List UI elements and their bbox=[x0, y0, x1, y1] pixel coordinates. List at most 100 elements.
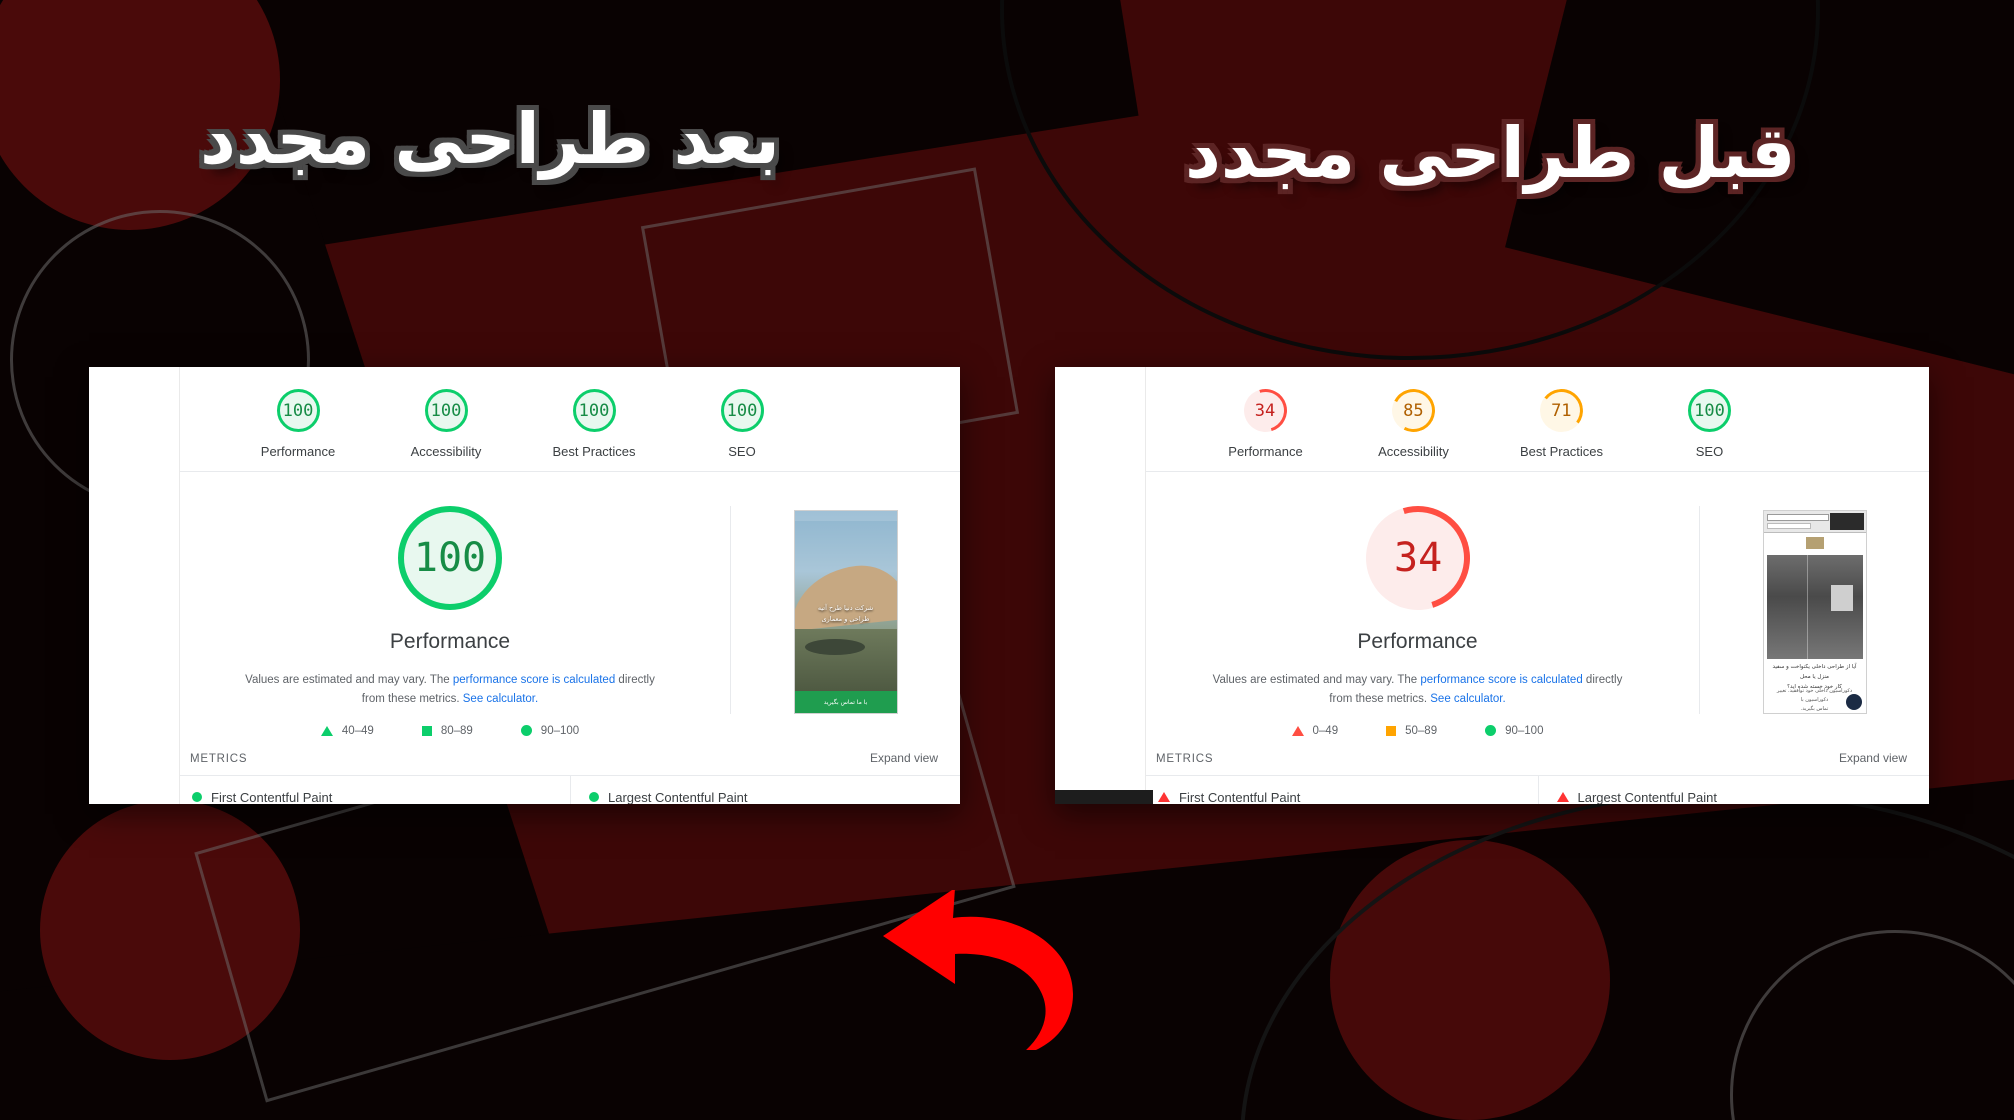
thumbnail-taskbar-artifact bbox=[1055, 790, 1153, 804]
gauge-best-practices-after[interactable]: 100 Best Practices bbox=[548, 389, 640, 459]
gauge-ring-accessibility-after: 100 bbox=[424, 389, 468, 432]
gauge-ring-performance-after: 100 bbox=[276, 389, 320, 432]
thumbnail-ground-after bbox=[794, 629, 897, 691]
gauge-performance-before[interactable]: 34 Performance bbox=[1220, 381, 1312, 459]
legend-range-high-after: 90–100 bbox=[540, 724, 580, 737]
legend-range-mid-after: 80–89 bbox=[440, 724, 473, 737]
gauge-accessibility-before[interactable]: 85 Accessibility bbox=[1368, 383, 1460, 459]
metric-label-lcp-after: Largest Contentful Paint bbox=[608, 789, 748, 804]
metric-label-fcp-after: First Contentful Paint bbox=[211, 789, 333, 804]
thumbnail-topbar-after bbox=[794, 511, 897, 521]
panel-left-rail-after bbox=[89, 367, 180, 804]
big-gauge-title-before: Performance bbox=[1357, 630, 1478, 653]
gauge-ring-seo-after: 100 bbox=[720, 389, 764, 432]
score-legend-before: 0–49 50–89 90–100 bbox=[1146, 725, 1689, 737]
thumbnail-window-before bbox=[1830, 585, 1853, 611]
gauge-ring-best-practices-before: 71 bbox=[1537, 386, 1586, 435]
metrics-heading-before: METRICS bbox=[1156, 752, 1214, 765]
gauge-label-performance-before: Performance bbox=[1228, 444, 1303, 459]
slide-canvas: بعد طراحی مجدد قبل طراحی مجدد 100 Perfor… bbox=[0, 0, 2014, 1120]
legend-item-low-before: 0–49 bbox=[1291, 724, 1339, 737]
gauge-ring-performance-before: 34 bbox=[1236, 381, 1295, 440]
gauge-ring-seo-before: 100 bbox=[1688, 389, 1731, 432]
metrics-grid-after: First Contentful Paint 1.1 s Largest Con… bbox=[180, 774, 960, 804]
square-icon-after bbox=[421, 725, 432, 736]
metric-first-contentful-paint-before[interactable]: First Contentful Paint 3.5 s bbox=[1146, 776, 1538, 804]
gauge-performance-after[interactable]: 100 Performance bbox=[252, 389, 344, 459]
gauge-label-accessibility-after: Accessibility bbox=[410, 444, 482, 459]
desc-text-1-after: Values are estimated and may vary. The bbox=[245, 674, 453, 686]
status-circle-icon-lcp-after bbox=[589, 792, 599, 803]
gauge-ring-best-practices-after: 100 bbox=[572, 389, 616, 432]
gauge-ring-accessibility-before: 85 bbox=[1386, 383, 1441, 438]
gauge-label-seo-before: SEO bbox=[1695, 444, 1724, 459]
gauge-label-performance-after: Performance bbox=[260, 444, 336, 459]
gauge-best-practices-before[interactable]: 71 Best Practices bbox=[1516, 386, 1608, 459]
see-calculator-link-after[interactable]: See calculator. bbox=[463, 693, 538, 705]
screenshot-column-before: آیا از طراحی داخلی یکنواخت و سفید منزل ی… bbox=[1699, 506, 1929, 714]
legend-item-high-after: 90–100 bbox=[520, 724, 580, 737]
square-icon-before bbox=[1386, 725, 1397, 736]
heading-after: بعد طراحی مجدد bbox=[200, 98, 781, 180]
lighthouse-report-after: 100 Performance 100 Accessibility 100 Be… bbox=[89, 367, 960, 804]
big-gauge-performance-after: 100 bbox=[398, 506, 502, 610]
thumbnail-logo-before bbox=[1805, 537, 1824, 549]
performance-score-link-after[interactable]: performance score is calculated bbox=[453, 674, 615, 686]
score-description-after: Values are estimated and may vary. The p… bbox=[240, 671, 660, 709]
desc-text-1-before: Values are estimated and may vary. The bbox=[1212, 674, 1421, 686]
thumbnail-urlbar-before bbox=[1766, 514, 1829, 521]
metric-largest-contentful-paint-before[interactable]: Largest Contentful Paint 6.7 s bbox=[1537, 775, 1930, 804]
circle-icon-after bbox=[520, 725, 532, 737]
red-arrow-icon bbox=[883, 888, 1073, 1056]
expand-view-link-before[interactable]: Expand view bbox=[1839, 751, 1907, 765]
big-gauge-performance-before: 34 bbox=[1347, 487, 1488, 629]
heading-before: قبل طراحی مجدد bbox=[1185, 112, 1797, 194]
score-gauges-before: 34 Performance 85 Accessibility 71 Best … bbox=[1146, 367, 1929, 459]
thumbnail-hero-line2-after: طراحی و معماری bbox=[821, 615, 870, 624]
red-arrow-annotation bbox=[845, 888, 1135, 1056]
gauge-accessibility-after[interactable]: 100 Accessibility bbox=[400, 389, 492, 459]
thumbnail-chrome-buttons-before bbox=[1829, 513, 1864, 530]
gauge-seo-after[interactable]: 100 SEO bbox=[696, 389, 788, 459]
see-calculator-link-before[interactable]: See calculator. bbox=[1430, 693, 1505, 705]
gauge-label-best-practices-after: Best Practices bbox=[552, 444, 636, 459]
gauge-label-best-practices-before: Best Practices bbox=[1519, 444, 1604, 459]
thumbnail-urlbar-secondary-before bbox=[1766, 523, 1811, 529]
gauge-label-seo-after: SEO bbox=[728, 444, 756, 459]
status-triangle-icon-fcp-before bbox=[1158, 792, 1170, 803]
gauge-seo-before[interactable]: 100 SEO bbox=[1664, 389, 1756, 459]
screenshot-column-after: شرکت دنیا طرح آتیه طراحی و معماری با ما … bbox=[730, 506, 960, 714]
metrics-grid-before: First Contentful Paint 3.5 s Largest Con… bbox=[1146, 774, 1930, 804]
legend-item-high-before: 90–100 bbox=[1485, 725, 1543, 737]
gauge-label-accessibility-before: Accessibility bbox=[1378, 444, 1449, 459]
legend-item-low-after: 40–49 bbox=[320, 724, 374, 737]
performance-score-link-before[interactable]: performance score is calculated bbox=[1420, 674, 1582, 686]
metric-first-contentful-paint-after[interactable]: First Contentful Paint 1.1 s bbox=[180, 776, 570, 804]
score-description-before: Values are estimated and may vary. The p… bbox=[1208, 671, 1628, 709]
legend-item-mid-after: 80–89 bbox=[421, 724, 473, 737]
status-circle-icon-fcp-after bbox=[192, 792, 202, 803]
triangle-icon-after bbox=[320, 725, 333, 736]
thumbnail-floating-action-button-before bbox=[1845, 694, 1862, 710]
page-screenshot-thumbnail-after[interactable]: شرکت دنیا طرح آتیه طراحی و معماری با ما … bbox=[793, 510, 898, 714]
thumbnail-line1-before: آیا از طراحی داخلی یکنواخت و سفید منزل ی… bbox=[1772, 664, 1857, 680]
metrics-heading-after: METRICS bbox=[190, 752, 248, 765]
thumbnail-browser-chrome-before bbox=[1763, 511, 1866, 533]
metric-label-lcp-before: Largest Contentful Paint bbox=[1577, 789, 1717, 804]
legend-item-mid-before: 50–89 bbox=[1386, 725, 1437, 737]
thumbnail-hero-text-after: شرکت دنیا طرح آتیه طراحی و معماری bbox=[795, 603, 897, 625]
thumbnail-cta-after: با ما تماس بگیرید bbox=[794, 691, 897, 713]
legend-range-low-before: 0–49 bbox=[1312, 724, 1339, 737]
metric-label-fcp-before: First Contentful Paint bbox=[1179, 789, 1301, 804]
triangle-icon-before bbox=[1291, 725, 1304, 736]
lighthouse-report-before: 34 Performance 85 Accessibility 71 Best … bbox=[1055, 367, 1929, 804]
thumbnail-hero-line1-after: شرکت دنیا طرح آتیه bbox=[817, 604, 874, 612]
score-legend-after: 40–49 80–89 90–100 bbox=[180, 725, 720, 737]
legend-range-low-after: 40–49 bbox=[341, 724, 374, 737]
panel-left-rail-before bbox=[1055, 367, 1146, 804]
page-screenshot-thumbnail-before[interactable]: آیا از طراحی داخلی یکنواخت و سفید منزل ی… bbox=[1762, 510, 1867, 714]
expand-view-link-after[interactable]: Expand view bbox=[870, 751, 938, 765]
metric-largest-contentful-paint-after[interactable]: Largest Contentful Paint 1.1 s bbox=[570, 775, 960, 804]
status-triangle-icon-lcp-before bbox=[1556, 792, 1569, 803]
legend-range-high-before: 90–100 bbox=[1505, 724, 1544, 737]
